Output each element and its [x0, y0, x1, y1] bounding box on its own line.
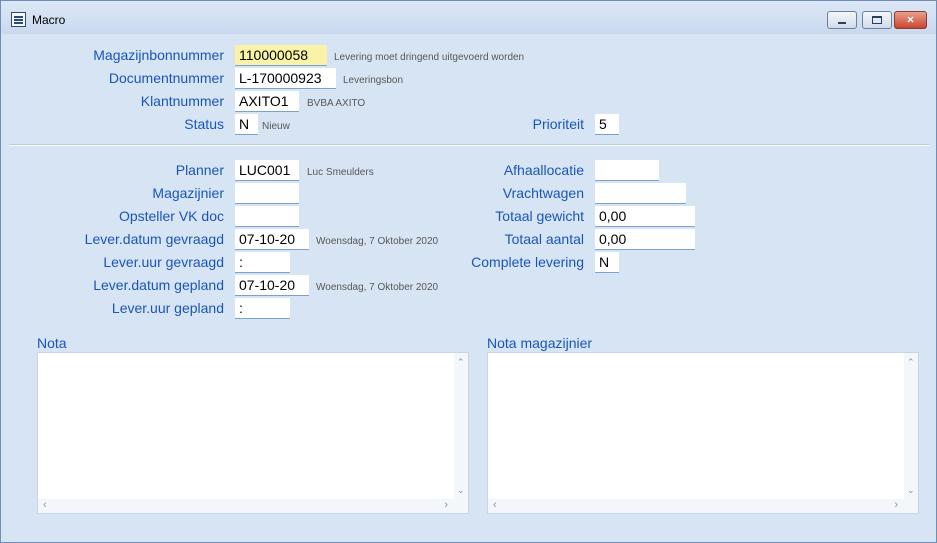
scroll-left-icon[interactable]: ‹ — [493, 500, 497, 511]
magazijnbonnummer-field[interactable]: 110000058 — [235, 45, 327, 66]
totaal-gewicht-label: Totaal gewicht — [495, 208, 584, 224]
close-button[interactable]: × — [894, 11, 927, 29]
maximize-button[interactable] — [862, 11, 892, 29]
scroll-up-icon[interactable]: ⌃ — [907, 358, 915, 367]
documentnummer-label: Documentnummer — [108, 70, 224, 86]
nota-magazijnier-label: Nota magazijnier — [487, 335, 593, 351]
scroll-right-icon[interactable]: › — [444, 500, 448, 511]
maximize-icon — [872, 16, 882, 24]
magazijnier-field[interactable] — [235, 183, 299, 204]
status-note: Nieuw — [262, 121, 290, 132]
leveruur-gepland-label: Lever.uur gepland — [111, 300, 224, 316]
scroll-down-icon[interactable]: ⌄ — [457, 486, 465, 495]
nota-magazijnier-horizontal-scrollbar[interactable]: ‹ › — [488, 499, 918, 513]
leverdatum-gevraagd-note: Woensdag, 7 Oktober 2020 — [316, 236, 439, 247]
nota-magazijnier-vertical-scrollbar[interactable]: ⌃ ⌄ — [904, 353, 918, 499]
nota-vertical-scrollbar[interactable]: ⌃ ⌄ — [454, 353, 468, 499]
klantnummer-field[interactable]: AXITO1 — [235, 91, 299, 112]
magazijnbonnummer-note: Levering moet dringend uitgevoerd worden — [334, 52, 525, 63]
title-bar[interactable]: Macro × — [1, 1, 936, 34]
leveruur-gepland-field[interactable]: : — [235, 298, 290, 319]
planner-field[interactable]: LUC001 — [235, 160, 299, 181]
planner-note: Luc Smeulders — [307, 167, 374, 178]
complete-levering-label: Complete levering — [471, 254, 584, 270]
complete-levering-field[interactable]: N — [595, 252, 619, 273]
magazijnier-label: Magazijnier — [152, 185, 224, 201]
leverdatum-gevraagd-field[interactable]: 07-10-20 — [235, 229, 309, 250]
scroll-down-icon[interactable]: ⌄ — [907, 486, 915, 495]
app-menu-icon[interactable] — [11, 12, 26, 27]
afhaallocatie-label: Afhaallocatie — [503, 162, 584, 178]
macro-window: Macro × Magazijnbonnummer 110000058 Leve… — [0, 0, 937, 543]
klantnummer-note: BVBA AXITO — [307, 98, 366, 109]
status-field[interactable]: N — [235, 114, 258, 135]
section-divider — [9, 144, 929, 146]
magazijnbonnummer-label: Magazijnbonnummer — [93, 47, 224, 63]
vrachtwagen-label: Vrachtwagen — [502, 185, 584, 201]
leverdatum-gevraagd-label: Lever.datum gevraagd — [84, 231, 224, 247]
totaal-aantal-field[interactable]: 0,00 — [595, 229, 695, 250]
window-title: Macro — [32, 13, 66, 27]
nota-label: Nota — [37, 335, 67, 351]
opsteller-vk-doc-label: Opsteller VK doc — [118, 208, 224, 224]
minimize-button[interactable] — [827, 11, 857, 29]
klantnummer-label: Klantnummer — [140, 93, 224, 109]
leveruur-gevraagd-label: Lever.uur gevraagd — [103, 254, 224, 270]
totaal-aantal-label: Totaal aantal — [504, 231, 584, 247]
leverdatum-gepland-field[interactable]: 07-10-20 — [235, 275, 309, 296]
minimize-icon — [838, 22, 846, 24]
scroll-up-icon[interactable]: ⌃ — [457, 358, 465, 367]
scroll-right-icon[interactable]: › — [894, 500, 898, 511]
leverdatum-gepland-note: Woensdag, 7 Oktober 2020 — [316, 282, 439, 293]
leveruur-gevraagd-field[interactable]: : — [235, 252, 290, 273]
status-label: Status — [184, 116, 224, 132]
prioriteit-label: Prioriteit — [532, 116, 584, 132]
vrachtwagen-field[interactable] — [595, 183, 686, 204]
nota-horizontal-scrollbar[interactable]: ‹ › — [38, 499, 468, 513]
documentnummer-field[interactable]: L-170000923 — [235, 68, 336, 89]
scroll-left-icon[interactable]: ‹ — [43, 500, 47, 511]
opsteller-vk-doc-field[interactable] — [235, 206, 299, 227]
nota-textarea[interactable]: ⌃ ⌄ ‹ › — [37, 352, 469, 514]
leverdatum-gepland-label: Lever.datum gepland — [93, 277, 224, 293]
prioriteit-field[interactable]: 5 — [595, 114, 619, 135]
afhaallocatie-field[interactable] — [595, 160, 659, 181]
nota-magazijnier-textarea[interactable]: ⌃ ⌄ ‹ › — [487, 352, 919, 514]
planner-label: Planner — [175, 162, 224, 178]
totaal-gewicht-field[interactable]: 0,00 — [595, 206, 695, 227]
documentnummer-note: Leveringsbon — [343, 75, 404, 86]
close-icon: × — [906, 12, 915, 27]
